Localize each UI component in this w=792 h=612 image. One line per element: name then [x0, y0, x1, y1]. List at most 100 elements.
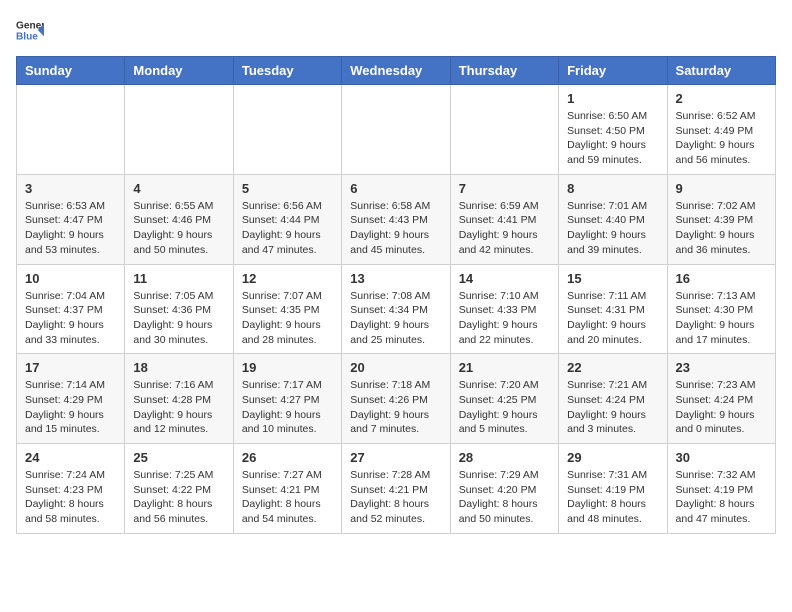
day-number: 30 — [676, 450, 767, 465]
day-number: 16 — [676, 271, 767, 286]
day-info: Sunrise: 6:55 AMSunset: 4:46 PMDaylight:… — [133, 199, 224, 258]
calendar-cell: 6Sunrise: 6:58 AMSunset: 4:43 PMDaylight… — [342, 174, 450, 264]
calendar-cell: 17 Sunrise: 7:14 AMSunset: 4:29 PMDayligh… — [17, 354, 125, 444]
week-row-2: 3Sunrise: 6:53 AMSunset: 4:47 PMDaylight… — [17, 174, 776, 264]
calendar-cell: 15Sunrise: 7:11 AMSunset: 4:31 PMDayligh… — [559, 264, 667, 354]
day-info: Sunrise: 6:53 AMSunset: 4:47 PMDaylight:… — [25, 199, 116, 258]
calendar-cell: 10Sunrise: 7:04 AMSunset: 4:37 PMDayligh… — [17, 264, 125, 354]
calendar-cell: 8 Sunrise: 7:01 AMSunset: 4:40 PMDaylight… — [559, 174, 667, 264]
column-header-saturday: Saturday — [667, 57, 775, 85]
calendar-cell: 26Sunrise: 7:27 AMSunset: 4:21 PMDayligh… — [233, 444, 341, 534]
day-number: 5 — [242, 181, 333, 196]
day-number: 8 — [567, 181, 658, 196]
calendar-cell — [233, 85, 341, 175]
day-number: 12 — [242, 271, 333, 286]
calendar-cell — [450, 85, 558, 175]
day-number: 13 — [350, 271, 441, 286]
column-header-friday: Friday — [559, 57, 667, 85]
day-info: Sunrise: 7:04 AMSunset: 4:37 PMDaylight:… — [25, 289, 116, 348]
svg-text:Blue: Blue — [16, 31, 38, 42]
day-number: 22 — [567, 360, 658, 375]
day-info: Sunrise: 7:05 AMSunset: 4:36 PMDaylight:… — [133, 289, 224, 348]
logo: General Blue — [16, 16, 44, 44]
column-header-thursday: Thursday — [450, 57, 558, 85]
calendar-cell: 25 Sunrise: 7:25 AMSunset: 4:22 PMDayligh… — [125, 444, 233, 534]
day-info: Sunrise: 7:14 AMSunset: 4:29 PMDaylight:… — [25, 378, 116, 437]
day-number: 26 — [242, 450, 333, 465]
day-number: 23 — [676, 360, 767, 375]
day-number: 19 — [242, 360, 333, 375]
calendar-cell — [342, 85, 450, 175]
logo-icon: General Blue — [16, 16, 44, 44]
day-info: Sunrise: 7:10 AMSunset: 4:33 PMDaylight:… — [459, 289, 550, 348]
calendar-cell: 27 Sunrise: 7:28 AMSunset: 4:21 PMDayligh… — [342, 444, 450, 534]
day-number: 21 — [459, 360, 550, 375]
calendar-cell: 19 Sunrise: 7:17 AMSunset: 4:27 PMDayligh… — [233, 354, 341, 444]
day-info: Sunrise: 7:11 AMSunset: 4:31 PMDaylight:… — [567, 289, 658, 348]
calendar-header-row: SundayMondayTuesdayWednesdayThursdayFrid… — [17, 57, 776, 85]
day-info: Sunrise: 7:20 AMSunset: 4:25 PMDaylight:… — [459, 378, 550, 437]
day-number: 18 — [133, 360, 224, 375]
calendar-cell: 13 Sunrise: 7:08 AMSunset: 4:34 PMDayligh… — [342, 264, 450, 354]
day-info: Sunrise: 7:07 AMSunset: 4:35 PMDaylight:… — [242, 289, 333, 348]
day-number: 29 — [567, 450, 658, 465]
day-info: Sunrise: 7:31 AMSunset: 4:19 PMDaylight:… — [567, 468, 658, 527]
page-header: General Blue — [16, 16, 776, 44]
calendar-cell: 7 Sunrise: 6:59 AMSunset: 4:41 PMDaylight… — [450, 174, 558, 264]
day-info: Sunrise: 7:01 AMSunset: 4:40 PMDaylight:… — [567, 199, 658, 258]
calendar-cell: 20Sunrise: 7:18 AMSunset: 4:26 PMDayligh… — [342, 354, 450, 444]
day-number: 4 — [133, 181, 224, 196]
day-info: Sunrise: 7:23 AMSunset: 4:24 PMDaylight:… — [676, 378, 767, 437]
calendar-cell: 1Sunrise: 6:50 AMSunset: 4:50 PMDaylight… — [559, 85, 667, 175]
day-info: Sunrise: 7:02 AMSunset: 4:39 PMDaylight:… — [676, 199, 767, 258]
day-info: Sunrise: 7:25 AMSunset: 4:22 PMDaylight:… — [133, 468, 224, 527]
day-info: Sunrise: 7:16 AMSunset: 4:28 PMDaylight:… — [133, 378, 224, 437]
week-row-3: 10Sunrise: 7:04 AMSunset: 4:37 PMDayligh… — [17, 264, 776, 354]
day-info: Sunrise: 7:13 AMSunset: 4:30 PMDaylight:… — [676, 289, 767, 348]
calendar-cell: 29 Sunrise: 7:31 AMSunset: 4:19 PMDayligh… — [559, 444, 667, 534]
day-number: 2 — [676, 91, 767, 106]
day-info: Sunrise: 7:32 AMSunset: 4:19 PMDaylight:… — [676, 468, 767, 527]
calendar-cell: 28 Sunrise: 7:29 AMSunset: 4:20 PMDayligh… — [450, 444, 558, 534]
calendar-cell: 23 Sunrise: 7:23 AMSunset: 4:24 PMDayligh… — [667, 354, 775, 444]
day-number: 6 — [350, 181, 441, 196]
day-info: Sunrise: 7:29 AMSunset: 4:20 PMDaylight:… — [459, 468, 550, 527]
calendar-cell: 2 Sunrise: 6:52 AMSunset: 4:49 PMDaylight… — [667, 85, 775, 175]
calendar-cell: 30 Sunrise: 7:32 AMSunset: 4:19 PMDayligh… — [667, 444, 775, 534]
day-number: 28 — [459, 450, 550, 465]
day-number: 25 — [133, 450, 224, 465]
day-info: Sunrise: 7:08 AMSunset: 4:34 PMDaylight:… — [350, 289, 441, 348]
calendar-cell: 4 Sunrise: 6:55 AMSunset: 4:46 PMDaylight… — [125, 174, 233, 264]
day-info: Sunrise: 6:52 AMSunset: 4:49 PMDaylight:… — [676, 109, 767, 168]
calendar-cell: 24 Sunrise: 7:24 AMSunset: 4:23 PMDayligh… — [17, 444, 125, 534]
column-header-monday: Monday — [125, 57, 233, 85]
calendar-cell: 5 Sunrise: 6:56 AMSunset: 4:44 PMDaylight… — [233, 174, 341, 264]
week-row-1: 1Sunrise: 6:50 AMSunset: 4:50 PMDaylight… — [17, 85, 776, 175]
day-info: Sunrise: 7:28 AMSunset: 4:21 PMDaylight:… — [350, 468, 441, 527]
calendar-table: SundayMondayTuesdayWednesdayThursdayFrid… — [16, 56, 776, 534]
day-number: 24 — [25, 450, 116, 465]
calendar-cell: 21 Sunrise: 7:20 AMSunset: 4:25 PMDayligh… — [450, 354, 558, 444]
week-row-5: 24 Sunrise: 7:24 AMSunset: 4:23 PMDayligh… — [17, 444, 776, 534]
calendar-cell: 16 Sunrise: 7:13 AMSunset: 4:30 PMDayligh… — [667, 264, 775, 354]
day-number: 7 — [459, 181, 550, 196]
day-number: 27 — [350, 450, 441, 465]
calendar-cell: 18 Sunrise: 7:16 AMSunset: 4:28 PMDayligh… — [125, 354, 233, 444]
column-header-tuesday: Tuesday — [233, 57, 341, 85]
day-info: Sunrise: 7:24 AMSunset: 4:23 PMDaylight:… — [25, 468, 116, 527]
calendar-cell: 22 Sunrise: 7:21 AMSunset: 4:24 PMDayligh… — [559, 354, 667, 444]
day-number: 20 — [350, 360, 441, 375]
day-info: Sunrise: 7:17 AMSunset: 4:27 PMDaylight:… — [242, 378, 333, 437]
day-info: Sunrise: 6:56 AMSunset: 4:44 PMDaylight:… — [242, 199, 333, 258]
day-info: Sunrise: 7:21 AMSunset: 4:24 PMDaylight:… — [567, 378, 658, 437]
column-header-wednesday: Wednesday — [342, 57, 450, 85]
calendar-cell: 14 Sunrise: 7:10 AMSunset: 4:33 PMDayligh… — [450, 264, 558, 354]
column-header-sunday: Sunday — [17, 57, 125, 85]
week-row-4: 17 Sunrise: 7:14 AMSunset: 4:29 PMDayligh… — [17, 354, 776, 444]
day-number: 1 — [567, 91, 658, 106]
day-info: Sunrise: 6:59 AMSunset: 4:41 PMDaylight:… — [459, 199, 550, 258]
calendar-cell — [125, 85, 233, 175]
day-number: 14 — [459, 271, 550, 286]
day-number: 17 — [25, 360, 116, 375]
day-number: 11 — [133, 271, 224, 286]
